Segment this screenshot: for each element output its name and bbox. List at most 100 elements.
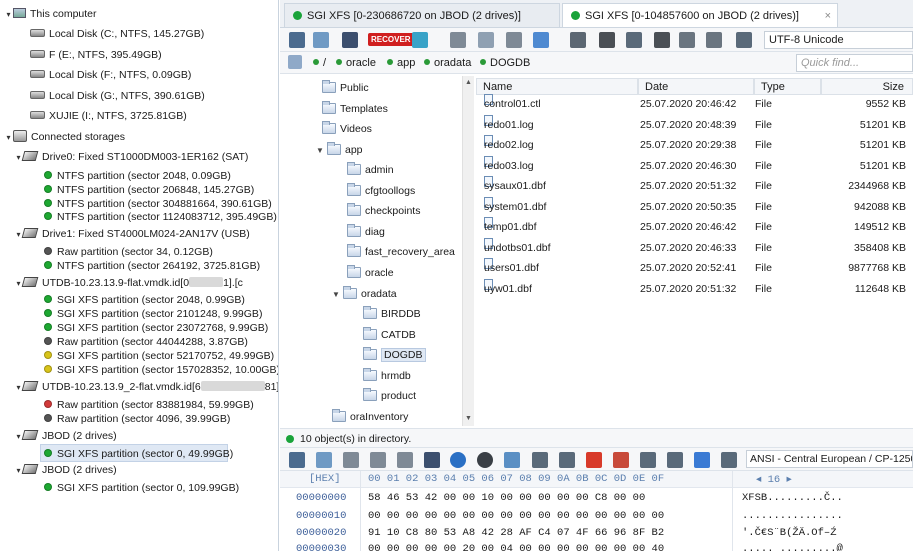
columns-icon[interactable] [667, 452, 683, 468]
column-header-type[interactable]: Type [754, 78, 821, 95]
goto-icon[interactable] [504, 452, 520, 468]
tree-disk-c[interactable]: Local Disk (C:, NTFS, 145.27GB) [30, 25, 204, 43]
link-icon[interactable] [570, 32, 586, 48]
hex-ascii[interactable]: ................ [742, 510, 843, 522]
folder-catdb[interactable]: CATDB [363, 326, 416, 345]
tree-drive1[interactable]: ▾ Drive1: Fixed ST4000LM024-2AN17V (USB) [14, 225, 250, 243]
tree-partition[interactable]: SGI XFS partition (sector 157028352, 10.… [44, 361, 278, 379]
tree-jbod1[interactable]: ▾ JBOD (2 drives) [14, 427, 117, 445]
breadcrumb-item[interactable]: app [387, 55, 415, 71]
copy-hex-icon[interactable] [370, 452, 386, 468]
tree-jbod2[interactable]: ▾ JBOD (2 drives) [14, 461, 117, 479]
file-row[interactable]: control01.ctl 25.07.2020 20:46:42 File 9552… [476, 94, 913, 114]
keyboard-icon[interactable] [532, 452, 548, 468]
folder-product[interactable]: product [363, 387, 416, 406]
file-row[interactable]: uyw01.dbf 25.07.2020 20:51:32 File 112648 K… [476, 279, 913, 299]
save-icon[interactable] [289, 32, 305, 48]
forward-icon[interactable] [506, 32, 522, 48]
tree-connected-storages[interactable]: ▾ Connected storages [4, 128, 125, 146]
tree-vmdk2[interactable]: ▾ UTDB-10.23.13.9_2-flat.vmdk.id[6 81] [14, 378, 278, 396]
encoding-select[interactable]: UTF-8 Unicode [764, 31, 913, 49]
quick-find-input[interactable] [796, 54, 913, 72]
collapse-icon[interactable]: ▾ [4, 129, 13, 147]
folder-app[interactable]: ▼ app [316, 141, 363, 160]
bookmark-flag-icon[interactable] [586, 452, 602, 468]
search-icon[interactable] [424, 452, 440, 468]
folder-orainventory[interactable]: oraInventory [332, 408, 408, 426]
file-row[interactable]: undotbs01.dbf 25.07.2020 20:46:33 File 3584… [476, 238, 913, 258]
tree-disk-i[interactable]: XUJIE (I:, NTFS, 3725.81GB) [30, 107, 187, 125]
copy-icon[interactable] [343, 452, 359, 468]
hex-page-indicator[interactable]: ◂ 16 ▸ [756, 473, 792, 486]
folder-videos[interactable]: Videos [322, 120, 372, 139]
column-header-size[interactable]: Size [821, 78, 913, 95]
hex-ascii[interactable]: XFSB.........Č.. [742, 492, 843, 504]
scroll-down-icon[interactable]: ▼ [465, 415, 472, 422]
folder-hrmdb[interactable]: hrmdb [363, 367, 411, 386]
file-row[interactable]: users01.dbf 25.07.2020 20:52:41 File 987776… [476, 258, 913, 278]
folder-dogdb[interactable]: DOGDB [363, 346, 426, 365]
hex-encoding-select[interactable]: ANSI - Central European / CP-1250 [746, 450, 913, 468]
tree-vmdk1[interactable]: ▾ UTDB-10.23.13.9-flat.vmdk.id[0 1].[c [14, 274, 243, 292]
close-icon[interactable]: × [825, 4, 831, 28]
tree-this-computer[interactable]: ▾ This computer [4, 5, 97, 23]
tree-view-icon[interactable] [313, 32, 329, 48]
breadcrumb-item[interactable]: DOGDB [480, 55, 530, 71]
hex-view[interactable]: [HEX] 00 01 02 03 04 05 06 07 08 09 0A 0… [280, 471, 913, 551]
folder-tree-scrollbar[interactable]: ▲ ▼ [462, 76, 474, 426]
breadcrumb-item[interactable]: oradata [424, 55, 471, 71]
file-row[interactable]: redo01.log 25.07.2020 20:48:39 File 51201 K… [476, 115, 913, 135]
hex-bytes[interactable]: 91 10 C8 80 53 A8 42 28 AF C4 07 4F 66 9… [368, 527, 664, 539]
tree-disk-g[interactable]: Local Disk (G:, NTFS, 390.61GB) [30, 87, 205, 105]
folder-diag[interactable]: diag [347, 223, 385, 242]
terminal-icon[interactable] [559, 452, 575, 468]
folder-checkpoints[interactable]: checkpoints [347, 202, 420, 221]
tree-partition[interactable]: NTFS partition (sector 1124083712, 395.4… [44, 208, 277, 226]
file-row[interactable]: redo03.log 25.07.2020 20:46:30 File 51201 K… [476, 156, 913, 176]
recover-to-icon[interactable] [412, 32, 428, 48]
breadcrumb-root[interactable]: / [313, 55, 326, 71]
folder-oradata[interactable]: ▼ oradata [332, 285, 397, 304]
file-row[interactable]: temp01.dbf 25.07.2020 20:46:42 File 149512 … [476, 217, 913, 237]
hex-ascii[interactable]: ..... .........@ [742, 543, 843, 551]
tree-disk-f[interactable]: Local Disk (F:, NTFS, 0.09GB) [30, 66, 191, 84]
paste-icon[interactable] [397, 452, 413, 468]
tree-drive0[interactable]: ▾ Drive0: Fixed ST1000DM003-1ER162 (SAT) [14, 148, 248, 166]
expand-arrow-icon[interactable]: ▼ [332, 285, 343, 304]
export-icon[interactable] [626, 32, 642, 48]
tree-partition[interactable]: Raw partition (sector 4096, 39.99GB) [44, 410, 230, 428]
tree-disk-e[interactable]: F (E:, NTFS, 395.49GB) [30, 46, 162, 64]
back-icon[interactable] [450, 452, 466, 468]
folder-cfgtoollogs[interactable]: cfgtoollogs [347, 182, 415, 201]
hex-bytes[interactable]: 00 00 00 00 00 20 00 04 00 00 00 00 00 0… [368, 543, 664, 551]
folder-public[interactable]: Public [322, 79, 369, 98]
folder-birddb[interactable]: BIRDDB [363, 305, 421, 324]
grid-icon[interactable] [640, 452, 656, 468]
folder-oracle[interactable]: oracle [347, 264, 394, 283]
column-header-name[interactable]: Name [476, 78, 638, 95]
tab-xfs-104857600[interactable]: SGI XFS [0-104857600 on JBOD (2 drives)]… [562, 3, 838, 27]
breadcrumb-item[interactable]: oracle [336, 55, 376, 71]
save-icon[interactable] [289, 452, 305, 468]
filter-icon[interactable] [478, 32, 494, 48]
list-icon[interactable] [679, 32, 695, 48]
select-all-icon[interactable] [316, 452, 332, 468]
column-header-date[interactable]: Date [638, 78, 754, 95]
tree-partition[interactable]: NTFS partition (sector 264192, 3725.81GB… [44, 257, 260, 275]
hex-bytes[interactable]: 00 00 00 00 00 00 00 00 00 00 00 00 00 0… [368, 510, 664, 522]
folder-admin[interactable]: admin [347, 161, 394, 180]
back-icon[interactable] [450, 32, 466, 48]
hex-ascii[interactable]: '.Č€S¨B(ŽÄ.Of–Ź [742, 527, 837, 539]
collapse-icon[interactable]: ▾ [4, 6, 13, 24]
copy-icon[interactable] [706, 32, 722, 48]
sync-icon[interactable] [694, 452, 710, 468]
recover-button[interactable]: RECOVER [368, 33, 414, 46]
tree-partition[interactable]: SGI XFS partition (sector 0, 109.99GB) [44, 479, 239, 497]
file-row[interactable]: system01.dbf 25.07.2020 20:50:35 File 94208… [476, 197, 913, 217]
view-mode-icon[interactable] [533, 32, 549, 48]
settings-icon[interactable] [654, 32, 670, 48]
gear-icon[interactable] [599, 32, 615, 48]
tree-partition-selected[interactable]: SGI XFS partition (sector 0, 49.99GB) [40, 444, 233, 462]
edit-icon[interactable] [721, 452, 737, 468]
folder-fast-recovery-area[interactable]: fast_recovery_area [347, 243, 455, 262]
